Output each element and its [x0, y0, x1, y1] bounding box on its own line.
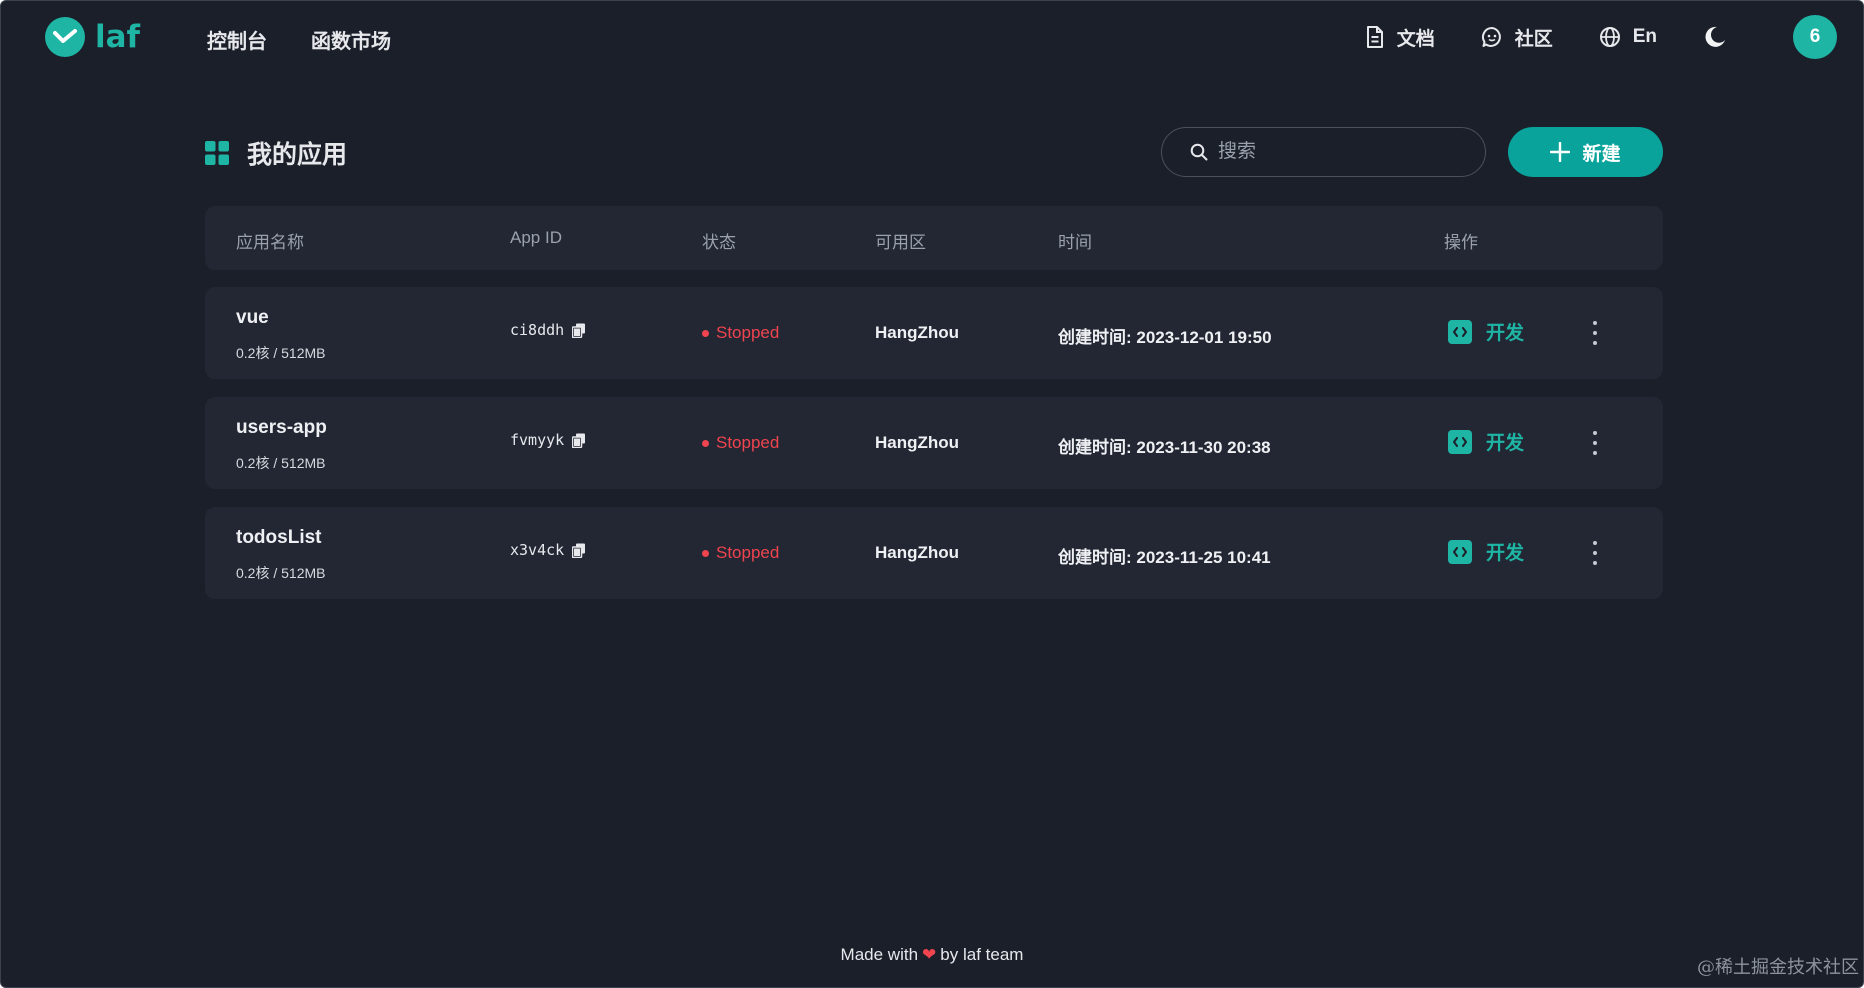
- theme-toggle[interactable]: [1703, 25, 1739, 49]
- docs-link[interactable]: 文档: [1365, 24, 1435, 51]
- develop-label: 开发: [1486, 433, 1525, 454]
- develop-label: 开发: [1486, 543, 1525, 564]
- footer-made-with: Made with: [840, 945, 919, 964]
- status-dot: [702, 439, 709, 447]
- status-badge: Stopped: [702, 543, 779, 563]
- table-row: users-app 0.2核 / 512MB fvmyyk Stopped Ha…: [205, 397, 1663, 489]
- column-header-status: 状态: [702, 233, 736, 252]
- app-name: vue: [236, 307, 269, 328]
- app-spec: 0.2核 / 512MB: [236, 455, 326, 471]
- new-button-label: 新建: [1582, 143, 1621, 165]
- page-title-text: 我的应用: [247, 141, 348, 169]
- created-time: 创建时间: 2023-11-25 10:41: [1058, 548, 1271, 567]
- footer: Made with ❤ by laf team: [1, 945, 1863, 965]
- status-text: Stopped: [716, 433, 780, 452]
- column-header-app-name: 应用名称: [236, 233, 304, 252]
- table-row: todosList 0.2核 / 512MB x3v4ck Stopped Ha…: [205, 507, 1663, 599]
- title-row: 我的应用 新建: [205, 127, 1663, 177]
- logo[interactable]: laf: [45, 17, 140, 57]
- app-id-text: x3v4ck: [510, 541, 565, 559]
- search-icon: [1190, 143, 1208, 161]
- main-nav: 控制台 函数市场: [207, 25, 391, 54]
- search-box[interactable]: [1161, 127, 1486, 177]
- code-icon: [1448, 539, 1472, 564]
- status-text: Stopped: [716, 323, 780, 342]
- nav-function-market[interactable]: 函数市场: [311, 25, 391, 54]
- top-navbar: laf 控制台 函数市场 文档 社区 En 6: [1, 1, 1863, 73]
- created-time: 创建时间: 2023-11-30 20:38: [1058, 438, 1271, 457]
- copy-icon[interactable]: [572, 433, 586, 448]
- status-badge: Stopped: [702, 323, 779, 343]
- develop-button[interactable]: 开发: [1448, 318, 1524, 345]
- app-id: ci8ddh: [510, 321, 586, 339]
- app-id-text: fvmyyk: [510, 431, 565, 449]
- more-vertical-icon[interactable]: [1589, 321, 1601, 345]
- docs-label: 文档: [1396, 28, 1435, 50]
- app-id: x3v4ck: [510, 541, 586, 559]
- chat-icon: [1481, 26, 1501, 47]
- new-app-button[interactable]: 新建: [1508, 127, 1663, 177]
- community-label: 社区: [1514, 28, 1553, 50]
- language-label: En: [1632, 26, 1657, 47]
- search-input[interactable]: [1218, 141, 1468, 163]
- zone: HangZhou: [875, 323, 960, 342]
- develop-button[interactable]: 开发: [1448, 538, 1524, 565]
- copy-icon[interactable]: [572, 323, 586, 338]
- app-id: fvmyyk: [510, 431, 586, 449]
- copy-icon[interactable]: [572, 543, 586, 558]
- status-dot: [702, 329, 709, 337]
- logo-text: laf: [95, 19, 141, 55]
- develop-label: 开发: [1486, 323, 1525, 344]
- plus-icon: [1550, 142, 1571, 162]
- laf-logo-icon: [45, 17, 85, 57]
- app-name: users-app: [236, 417, 327, 438]
- user-avatar[interactable]: 6: [1793, 15, 1837, 59]
- column-header-app-id: App ID: [510, 228, 562, 247]
- page-title: 我的应用: [205, 135, 347, 171]
- header-actions: 文档 社区 En 6: [1365, 15, 1837, 59]
- created-time: 创建时间: 2023-12-01 19:50: [1058, 328, 1272, 347]
- document-icon: [1366, 26, 1383, 48]
- moon-icon: [1705, 26, 1725, 47]
- code-icon: [1448, 319, 1472, 344]
- community-link[interactable]: 社区: [1481, 24, 1553, 51]
- table-row: vue 0.2核 / 512MB ci8ddh Stopped HangZhou…: [205, 287, 1663, 379]
- app-id-text: ci8ddh: [510, 321, 565, 339]
- column-header-actions: 操作: [1444, 233, 1478, 252]
- zone: HangZhou: [875, 543, 960, 562]
- app-spec: 0.2核 / 512MB: [236, 345, 326, 361]
- language-switcher[interactable]: En: [1599, 26, 1657, 48]
- heart-icon: ❤: [922, 945, 937, 964]
- column-header-zone: 可用区: [875, 233, 926, 252]
- table-header: 应用名称 App ID 状态 可用区 时间 操作: [205, 206, 1663, 270]
- watermark: @稀土掘金技术社区: [1697, 957, 1859, 978]
- app-window: laf 控制台 函数市场 文档 社区 En 6 我的应用 搜索 新建 应用名称 …: [0, 0, 1864, 988]
- column-header-time: 时间: [1058, 233, 1092, 252]
- nav-console[interactable]: 控制台: [207, 25, 267, 54]
- globe-icon: [1599, 27, 1620, 47]
- app-name: todosList: [236, 527, 322, 548]
- develop-button[interactable]: 开发: [1448, 428, 1524, 455]
- app-spec: 0.2核 / 512MB: [236, 565, 326, 581]
- apps-grid-icon: [205, 141, 229, 165]
- code-icon: [1448, 429, 1472, 454]
- status-text: Stopped: [716, 543, 780, 562]
- zone: HangZhou: [875, 433, 960, 452]
- status-badge: Stopped: [702, 433, 779, 453]
- status-dot: [702, 549, 709, 557]
- more-vertical-icon[interactable]: [1589, 431, 1601, 455]
- more-vertical-icon[interactable]: [1589, 541, 1601, 565]
- footer-by: by laf team: [940, 945, 1024, 964]
